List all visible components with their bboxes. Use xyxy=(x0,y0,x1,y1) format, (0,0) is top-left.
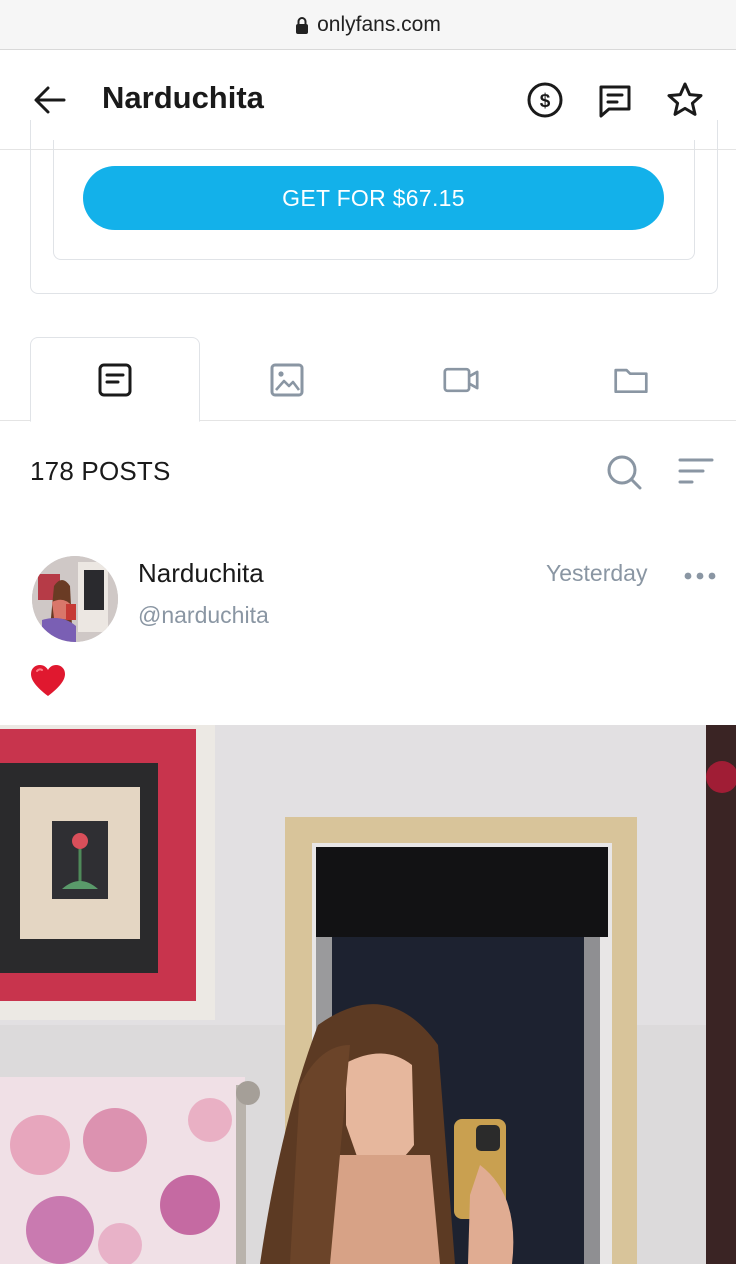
post-timestamp: Yesterday xyxy=(546,560,648,586)
browser-url-bar[interactable]: onlyfans.com xyxy=(0,0,736,50)
avatar[interactable] xyxy=(32,556,118,642)
star-favorite-icon[interactable] xyxy=(665,80,705,120)
posts-count: 178 POSTS xyxy=(30,456,171,486)
folder-icon xyxy=(614,368,648,393)
post-media-image[interactable] xyxy=(0,725,736,1264)
post-author-name[interactable]: Narduchita xyxy=(138,558,264,589)
back-arrow-icon[interactable] xyxy=(30,80,70,120)
sort-icon[interactable] xyxy=(676,452,716,492)
tab-posts[interactable] xyxy=(30,337,200,422)
video-camera-icon xyxy=(443,367,479,392)
page-title: Narduchita xyxy=(102,80,264,115)
tip-dollar-icon[interactable]: $ xyxy=(525,80,565,120)
post-author-handle[interactable]: @narduchita xyxy=(138,602,269,629)
tab-archive[interactable] xyxy=(546,337,716,422)
avatar-photo xyxy=(32,556,118,642)
more-options-icon[interactable] xyxy=(682,562,718,590)
search-icon[interactable] xyxy=(604,452,644,492)
tab-photos[interactable] xyxy=(202,337,372,422)
get-bundle-button[interactable]: GET FOR $67.15 xyxy=(83,166,664,230)
lock-icon xyxy=(296,16,309,34)
url-text: onlyfans.com xyxy=(317,12,441,36)
tab-videos[interactable] xyxy=(376,337,546,422)
photo-illustration xyxy=(0,725,736,1264)
svg-text:$: $ xyxy=(540,91,551,112)
message-icon[interactable] xyxy=(595,80,635,120)
post-text-heart xyxy=(31,665,65,696)
posts-icon xyxy=(98,363,132,396)
photo-icon xyxy=(270,363,304,396)
content-tabs xyxy=(0,337,736,422)
